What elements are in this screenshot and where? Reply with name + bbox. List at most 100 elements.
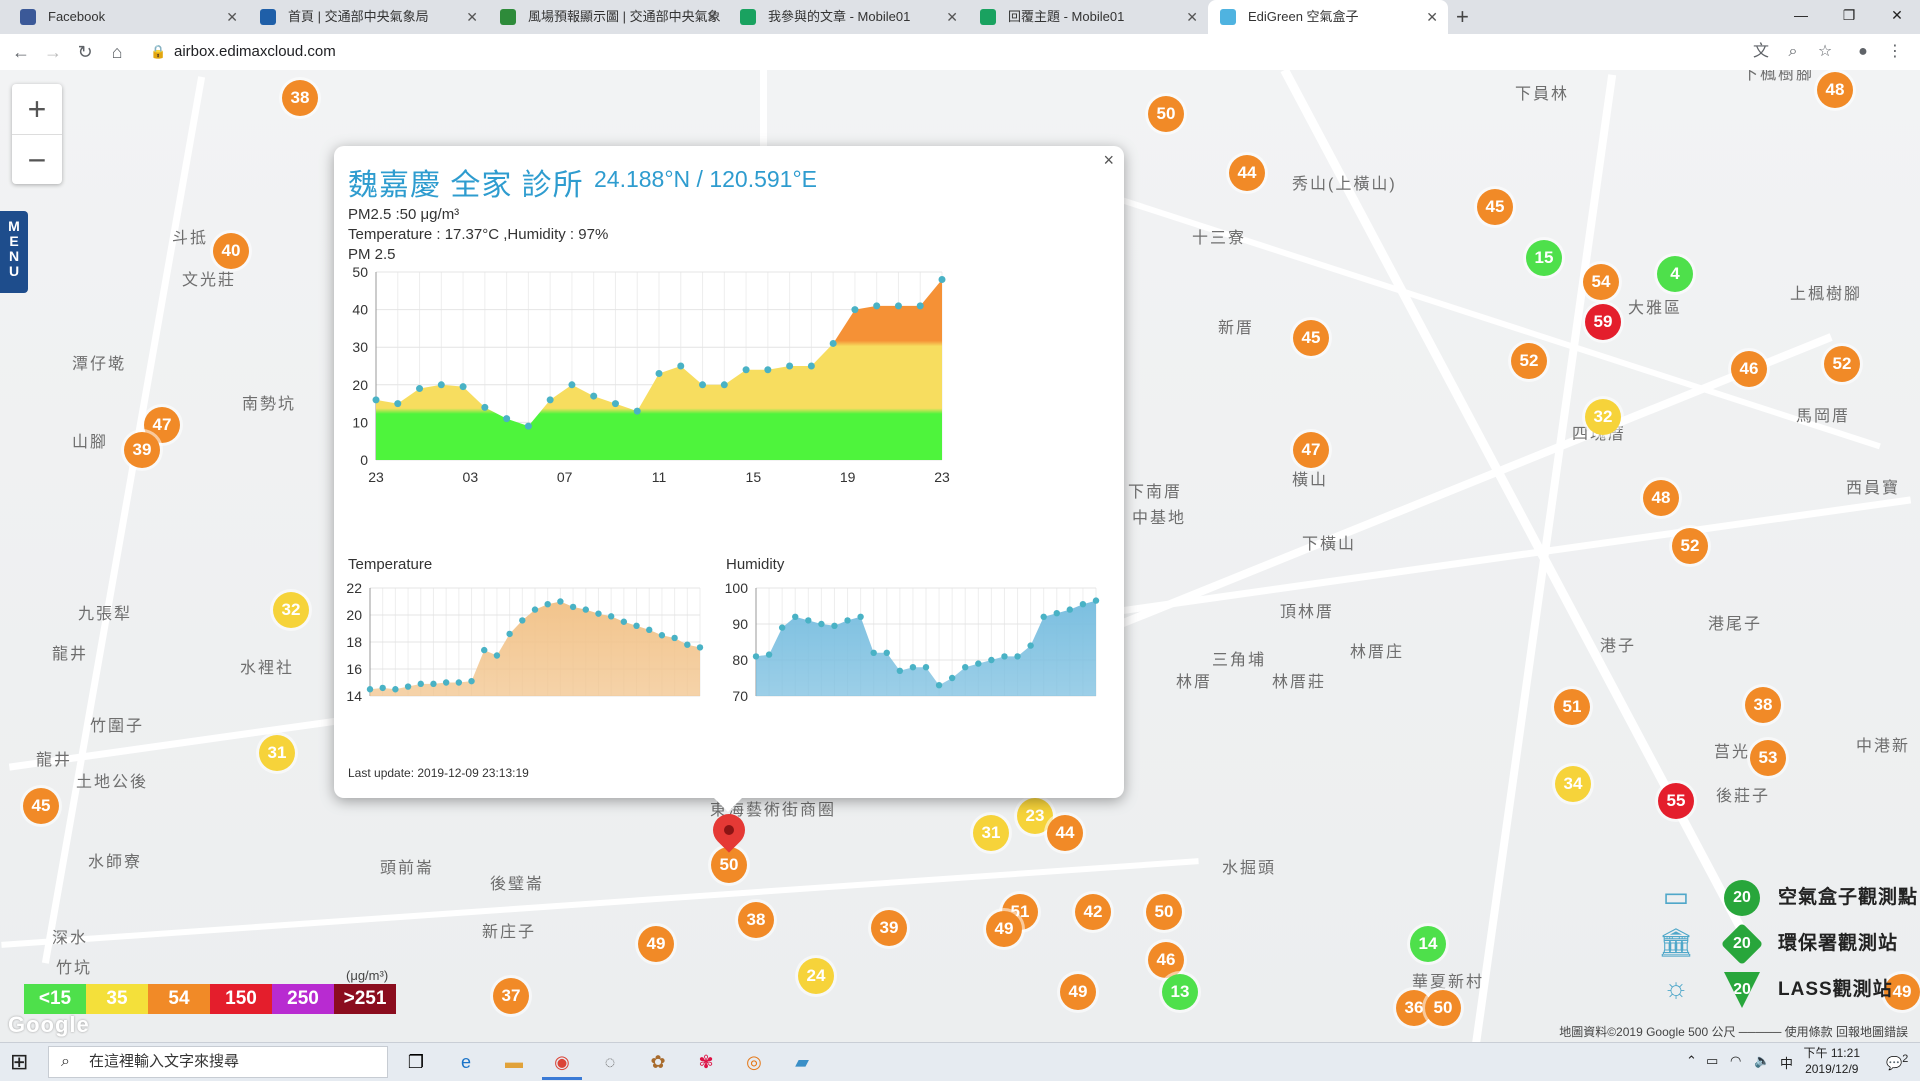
pm25-sensor-marker[interactable]: 39 — [871, 910, 907, 946]
back-icon[interactable]: ← — [8, 39, 34, 65]
edge-browser-icon[interactable]: e — [446, 1047, 486, 1077]
data-point — [671, 634, 678, 642]
reload-icon[interactable]: ↻ — [72, 39, 98, 65]
tab-favicon-icon — [1220, 9, 1236, 25]
task-view-icon[interactable]: ❐ — [396, 1047, 436, 1077]
maximize-button[interactable]: ❐ — [1826, 0, 1872, 30]
browser-tab[interactable]: 回覆主題 - Mobile01 ✕ — [968, 0, 1208, 34]
blender-icon[interactable]: ◎ — [734, 1047, 774, 1077]
pm25-sensor-marker[interactable]: 47 — [1293, 432, 1329, 468]
windows-start-icon[interactable]: ⊞ — [10, 1049, 28, 1075]
minimize-button[interactable]: — — [1778, 0, 1824, 30]
pm25-sensor-marker[interactable]: 38 — [282, 80, 318, 116]
browser-tab[interactable]: 風場預報顯示圖 | 交通部中央氣象 ✕ — [488, 0, 728, 34]
pm25-sensor-marker[interactable]: 13 — [1162, 974, 1198, 1010]
y-tick-label: 22 — [346, 580, 362, 596]
pm25-sensor-marker[interactable]: 32 — [1585, 399, 1621, 435]
map-attribution[interactable]: 地圖資料©2019 Google 500 公尺 ───── 使用條款 回報地圖錯… — [1559, 1023, 1908, 1040]
pm25-sensor-marker[interactable]: 31 — [259, 735, 295, 771]
data-point — [831, 622, 838, 629]
tab-close-icon[interactable]: ✕ — [706, 0, 718, 34]
pm25-sensor-marker[interactable]: 38 — [738, 902, 774, 938]
pm25-sensor-marker[interactable]: 42 — [1075, 894, 1111, 930]
pm25-sensor-marker[interactable]: 40 — [213, 233, 249, 269]
pm25-sensor-marker[interactable]: 53 — [1750, 740, 1786, 776]
address-bar[interactable]: 🔒 airbox.edimaxcloud.com — [140, 39, 1740, 65]
pm25-sensor-marker[interactable]: 55 — [1658, 783, 1694, 819]
app-icon-3[interactable]: ✾ — [686, 1047, 726, 1077]
forward-icon[interactable]: → — [40, 39, 66, 65]
profile-avatar-icon[interactable]: ● — [1850, 39, 1876, 65]
more-menu-icon[interactable]: ⋮ — [1882, 39, 1908, 65]
pm25-sensor-marker[interactable]: 24 — [798, 958, 834, 994]
ime-indicator[interactable]: 中 — [1780, 1053, 1793, 1072]
volume-icon[interactable]: 🔈 — [1754, 1053, 1770, 1069]
new-tab-button[interactable]: + — [1456, 0, 1469, 34]
taskbar-search-input[interactable]: ⌕ 在這裡輸入文字來搜尋 — [48, 1046, 388, 1078]
pm25-sensor-marker[interactable]: 52 — [1672, 528, 1708, 564]
map-canvas[interactable]: 下員林下楓樹腳秀山(上橫山)十三寮新厝大雅區上楓樹腳馬岡厝四塊厝斗抵文光莊潭仔墘… — [0, 70, 1920, 1042]
pm25-sensor-marker[interactable]: 15 — [1526, 240, 1562, 276]
battery-icon[interactable]: ▭ — [1706, 1053, 1718, 1069]
pm25-sensor-marker[interactable]: 46 — [1731, 351, 1767, 387]
app-icon-2[interactable]: ✿ — [638, 1047, 678, 1077]
pm25-sensor-marker[interactable]: 4 — [1657, 256, 1693, 292]
menu-tab-button[interactable]: M E N U — [0, 211, 28, 293]
pm25-sensor-marker[interactable]: 45 — [1293, 320, 1329, 356]
close-popup-button[interactable]: × — [1103, 150, 1114, 171]
translate-icon[interactable]: 文 — [1748, 39, 1774, 65]
close-window-button[interactable]: ✕ — [1874, 0, 1920, 30]
pm25-sensor-marker[interactable]: 49 — [638, 926, 674, 962]
pm25-sensor-marker[interactable]: 38 — [1745, 687, 1781, 723]
pm25-sensor-marker[interactable]: 48 — [1817, 72, 1853, 108]
pm25-sensor-marker[interactable]: 48 — [1643, 480, 1679, 516]
pm25-sensor-marker[interactable]: 49 — [1060, 974, 1096, 1010]
pm25-sensor-marker[interactable]: 44 — [1229, 155, 1265, 191]
pm25-sensor-marker[interactable]: 52 — [1824, 346, 1860, 382]
system-clock[interactable]: 下午 11:21 2019/12/9 — [1804, 1045, 1860, 1077]
chrome-browser-icon[interactable]: ◉ — [542, 1047, 582, 1080]
app-icon-1[interactable]: ◌ — [590, 1047, 630, 1077]
pm25-sensor-marker[interactable]: 34 — [1555, 766, 1591, 802]
pm25-sensor-marker[interactable]: 45 — [23, 788, 59, 824]
tab-close-icon[interactable]: ✕ — [1426, 0, 1438, 34]
tab-close-icon[interactable]: ✕ — [226, 0, 238, 34]
browser-tab[interactable]: Facebook ✕ — [8, 0, 248, 34]
pm25-sensor-marker[interactable]: 14 — [1410, 926, 1446, 962]
home-icon[interactable]: ⌂ — [104, 39, 130, 65]
browser-tab[interactable]: 我參與的文章 - Mobile01 ✕ — [728, 0, 968, 34]
pm25-sensor-marker[interactable]: 45 — [1477, 189, 1513, 225]
file-explorer-icon[interactable]: ▬ — [494, 1047, 534, 1077]
zoom-out-button[interactable]: − — [12, 135, 62, 185]
tab-close-icon[interactable]: ✕ — [946, 0, 958, 34]
pm25-sensor-marker[interactable]: 52 — [1511, 343, 1547, 379]
zoom-in-button[interactable]: + — [12, 84, 62, 135]
pm25-sensor-marker[interactable]: 54 — [1583, 264, 1619, 300]
pm25-sensor-marker[interactable]: 50 — [1146, 894, 1182, 930]
browser-tab[interactable]: 首頁 | 交通部中央氣象局 ✕ — [248, 0, 488, 34]
pm25-sensor-marker[interactable]: 51 — [1554, 689, 1590, 725]
zoom-icon[interactable]: ⌕ — [1780, 39, 1806, 65]
pm25-sensor-marker[interactable]: 44 — [1047, 815, 1083, 851]
app-icon-4[interactable]: ▰ — [782, 1047, 822, 1077]
pm25-sensor-marker[interactable]: 37 — [493, 978, 529, 1014]
place-label: 港子 — [1600, 638, 1637, 655]
pm25-sensor-marker[interactable]: 59 — [1585, 304, 1621, 340]
wifi-icon[interactable]: ◠ — [1730, 1053, 1741, 1069]
pm25-sensor-marker[interactable]: 49 — [986, 911, 1022, 947]
tab-close-icon[interactable]: ✕ — [466, 0, 478, 34]
browser-tab[interactable]: EdiGreen 空氣盒子 ✕ — [1208, 0, 1448, 34]
pm25-sensor-marker[interactable]: 46 — [1148, 942, 1184, 978]
notification-center-icon[interactable]: 💬2 — [1886, 1053, 1908, 1071]
tray-expand-icon[interactable]: ⌃ — [1686, 1053, 1697, 1069]
pm25-sensor-marker[interactable]: 31 — [973, 815, 1009, 851]
pm25-sensor-marker[interactable]: 32 — [273, 592, 309, 628]
place-label: 斗抵 — [172, 230, 209, 247]
bookmark-star-icon[interactable]: ☆ — [1812, 39, 1838, 65]
tab-close-icon[interactable]: ✕ — [1186, 0, 1198, 34]
pm25-sensor-marker[interactable]: 39 — [124, 432, 160, 468]
pm25-sensor-marker[interactable]: 50 — [1148, 96, 1184, 132]
pm25-sensor-marker[interactable]: 50 — [1425, 990, 1461, 1026]
data-point — [764, 366, 772, 374]
legend-unit: (μg/m³) — [346, 968, 389, 983]
